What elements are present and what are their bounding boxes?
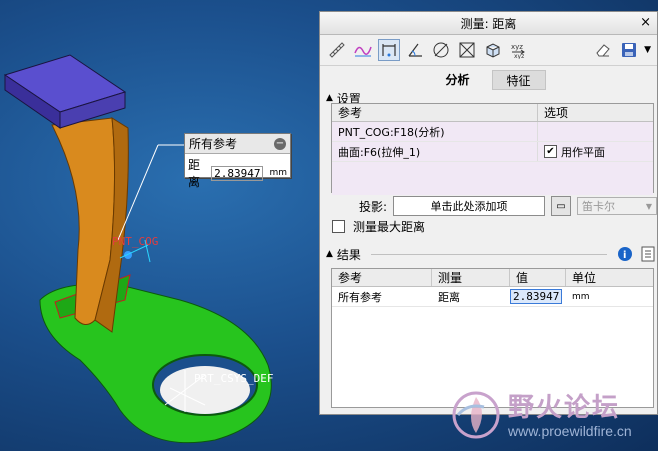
curve-length-icon[interactable] xyxy=(352,39,374,61)
use-as-plane-label: 用作平面 xyxy=(561,145,605,159)
column-value: 值 xyxy=(510,269,566,286)
measure-toolbar: xyz xyz ▼ xyxy=(320,35,657,66)
save-icon[interactable] xyxy=(618,39,640,61)
callout-unit: mm xyxy=(269,168,287,178)
row-ref: 曲面:F6(拉伸_1) xyxy=(332,142,538,161)
column-measure: 测量 xyxy=(432,269,510,286)
max-distance-checkbox[interactable] xyxy=(332,220,345,233)
coordinate-mode-select: 笛卡尔 ▼ xyxy=(577,197,657,215)
forum-watermark: 野火论坛 www.proewildfire.cn xyxy=(448,385,658,447)
area-icon[interactable] xyxy=(456,39,478,61)
use-as-plane-checkbox[interactable]: ✔ xyxy=(544,145,557,158)
measure-callout[interactable]: 所有参考 − 距离 2.83947 mm xyxy=(184,133,291,189)
results-header: 结果 xyxy=(336,247,361,262)
dialog-titlebar[interactable]: 测量: 距离 × xyxy=(320,12,657,35)
tab-feature[interactable]: 特征 xyxy=(491,70,546,90)
result-unit: mm xyxy=(572,291,590,302)
watermark-title: 野火论坛 xyxy=(508,393,621,423)
table-row[interactable]: PNT_COG:F18(分析) xyxy=(332,122,653,142)
max-distance-label: 测量最大距离 xyxy=(353,220,426,234)
dialog-tabs: 分析 特征 xyxy=(320,66,657,90)
eraser-icon[interactable] xyxy=(592,39,614,61)
row-ref: PNT_COG:F18(分析) xyxy=(332,122,538,141)
coordinate-mode-value: 笛卡尔 xyxy=(582,200,615,213)
diameter-icon[interactable] xyxy=(430,39,452,61)
report-icon[interactable] xyxy=(640,246,656,262)
use-as-plane-option[interactable]: ✔ 用作平面 xyxy=(538,142,653,161)
tab-analysis[interactable]: 分析 xyxy=(431,70,484,90)
table-row[interactable]: 曲面:F6(拉伸_1) ✔ 用作平面 xyxy=(332,142,653,162)
projection-label: 投影: xyxy=(358,199,387,214)
table-row[interactable]: 所有参考 距离 2.83947 mm xyxy=(332,287,653,307)
svg-text:i: i xyxy=(623,250,626,261)
volume-icon[interactable] xyxy=(482,39,504,61)
row-option xyxy=(538,122,653,141)
csys-label: PRT_CSYS_DEF xyxy=(194,372,274,385)
collapse-triangle-icon[interactable]: ▲ xyxy=(326,249,333,259)
watermark-url: www.proewildfire.cn xyxy=(508,423,632,439)
length-icon[interactable] xyxy=(326,39,348,61)
result-value-cell[interactable]: 2.83947 xyxy=(510,287,566,306)
empty-row-area xyxy=(332,162,653,195)
chevron-down-icon: ▼ xyxy=(645,201,652,211)
flame-logo-icon xyxy=(452,391,500,439)
results-section-header[interactable]: ▲ 结果 i xyxy=(320,246,656,262)
transform-icon[interactable]: xyz xyz xyxy=(508,39,530,61)
distance-icon[interactable] xyxy=(378,39,400,61)
svg-text:xyz: xyz xyxy=(514,53,524,59)
projection-select-icon[interactable]: ▭ xyxy=(551,196,571,216)
cog-label: PNT_COG xyxy=(112,235,159,248)
result-ref: 所有参考 xyxy=(338,290,382,304)
projection-input[interactable]: 单击此处添加项 xyxy=(393,196,545,216)
angle-icon[interactable] xyxy=(404,39,426,61)
info-icon[interactable]: i xyxy=(617,246,633,262)
column-option: 选项 xyxy=(544,106,569,120)
column-ref: 参考 xyxy=(332,269,432,286)
collapse-icon[interactable]: − xyxy=(274,137,286,150)
max-distance-row[interactable]: 测量最大距离 xyxy=(332,218,425,235)
callout-label: 距离 xyxy=(188,158,201,189)
collapse-triangle-icon[interactable]: ▲ xyxy=(326,93,333,103)
column-unit: 单位 xyxy=(572,271,597,285)
projection-row: 投影: 单击此处添加项 ▭ 笛卡尔 ▼ xyxy=(331,196,657,216)
dialog-title: 测量: 距离 xyxy=(460,16,517,31)
settings-table: 参考 选项 PNT_COG:F18(分析) 曲面:F6(拉伸_1) ✔ 用作平面 xyxy=(331,103,654,195)
callout-title: 所有参考 xyxy=(189,137,238,151)
result-measure: 距离 xyxy=(438,290,460,304)
close-icon[interactable]: × xyxy=(640,15,651,30)
column-ref: 参考 xyxy=(332,104,538,121)
callout-value: 2.83947 xyxy=(211,165,264,181)
divider xyxy=(370,253,607,255)
result-value[interactable]: 2.83947 xyxy=(510,289,563,304)
chevron-down-icon[interactable]: ▼ xyxy=(644,45,651,55)
